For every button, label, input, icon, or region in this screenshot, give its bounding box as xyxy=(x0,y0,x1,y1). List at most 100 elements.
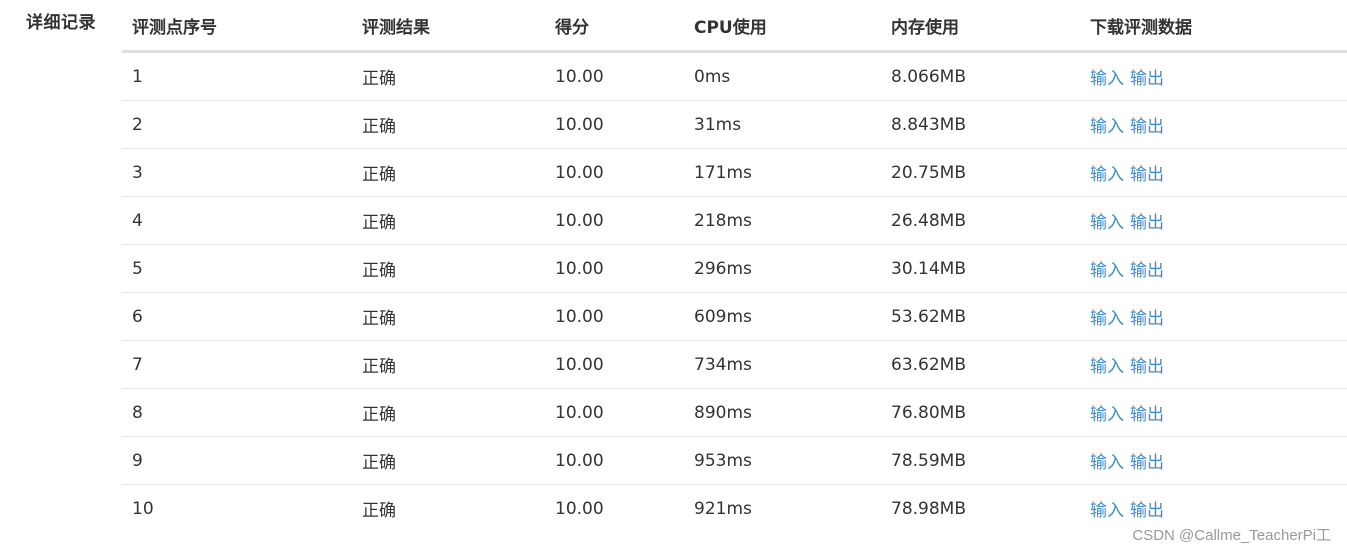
header-result: 评测结果 xyxy=(352,0,545,53)
cell-cpu-usage: 218ms xyxy=(684,196,881,245)
cell-download-links: 输入 输出 xyxy=(1080,196,1347,245)
table-body: 1 正确 10.00 0ms 8.066MB 输入 输出 2 正确 10.00 31ms 8.843M… xyxy=(122,51,1347,533)
header-download-data: 下载评测数据 xyxy=(1080,0,1347,53)
download-output-link[interactable]: 输出 xyxy=(1130,117,1164,137)
cell-cpu-usage: 890ms xyxy=(684,388,881,437)
cell-result: 正确 xyxy=(352,292,545,341)
download-input-link[interactable]: 输入 xyxy=(1090,165,1124,185)
cell-download-links: 输入 输出 xyxy=(1080,436,1347,485)
table-row: 1 正确 10.00 0ms 8.066MB 输入 输出 xyxy=(122,51,1347,101)
header-test-index: 评测点序号 xyxy=(122,0,352,53)
cell-test-index: 9 xyxy=(122,436,352,485)
table-row: 3 正确 10.00 171ms 20.75MB 输入 输出 xyxy=(122,148,1347,197)
download-input-link[interactable]: 输入 xyxy=(1090,501,1124,521)
cell-test-index: 7 xyxy=(122,340,352,389)
download-input-link[interactable]: 输入 xyxy=(1090,117,1124,137)
cell-download-links: 输入 输出 xyxy=(1080,340,1347,389)
cell-download-links: 输入 输出 xyxy=(1080,51,1347,101)
watermark-text: CSDN @Callme_TeacherPi工 xyxy=(1132,527,1331,544)
cell-memory-usage: 20.75MB xyxy=(881,148,1080,197)
cell-test-index: 6 xyxy=(122,292,352,341)
cell-cpu-usage: 609ms xyxy=(684,292,881,341)
cell-result: 正确 xyxy=(352,340,545,389)
cell-download-links: 输入 输出 xyxy=(1080,388,1347,437)
cell-download-links: 输入 输出 xyxy=(1080,100,1347,149)
cell-score: 10.00 xyxy=(545,51,684,101)
cell-test-index: 10 xyxy=(132,498,154,519)
cell-memory-usage: 26.48MB xyxy=(881,196,1080,245)
cell-cpu-usage: 0ms xyxy=(684,51,881,101)
cell-result: 正确 xyxy=(352,436,545,485)
cell-memory-usage: 76.80MB xyxy=(881,388,1080,437)
header-score: 得分 xyxy=(545,0,684,53)
cell-score: 10.00 xyxy=(545,292,684,341)
download-input-link[interactable]: 输入 xyxy=(1090,69,1124,89)
cell-score: 10.00 xyxy=(545,436,684,485)
cell-memory-usage: 78.59MB xyxy=(881,436,1080,485)
cell-cpu-usage: 921ms xyxy=(694,498,752,519)
cell-cpu-usage: 31ms xyxy=(684,100,881,149)
table-row: 7 正确 10.00 734ms 63.62MB 输入 输出 xyxy=(122,340,1347,389)
cell-test-index: 4 xyxy=(122,196,352,245)
table-row: 5 正确 10.00 296ms 30.14MB 输入 输出 xyxy=(122,244,1347,293)
cell-score: 10.00 xyxy=(545,340,684,389)
download-output-link[interactable]: 输出 xyxy=(1130,69,1164,89)
download-output-link[interactable]: 输出 xyxy=(1130,501,1164,521)
cell-memory-usage: 30.14MB xyxy=(881,244,1080,293)
cell-memory-usage: 63.62MB xyxy=(881,340,1080,389)
cell-test-index: 5 xyxy=(122,244,352,293)
table-row: 6 正确 10.00 609ms 53.62MB 输入 输出 xyxy=(122,292,1347,341)
download-input-link[interactable]: 输入 xyxy=(1090,357,1124,377)
download-input-link[interactable]: 输入 xyxy=(1090,261,1124,281)
download-output-link[interactable]: 输出 xyxy=(1130,453,1164,473)
cell-result: 正确 xyxy=(362,501,396,521)
table-header: 评测点序号 评测结果 得分 CPU使用 内存使用 下载评测数据 xyxy=(122,0,1347,53)
cell-score: 10.00 xyxy=(545,244,684,293)
download-output-link[interactable]: 输出 xyxy=(1130,213,1164,233)
cell-result: 正确 xyxy=(352,196,545,245)
cell-score: 10.00 xyxy=(545,100,684,149)
cell-result: 正确 xyxy=(352,388,545,437)
table-row: 8 正确 10.00 890ms 76.80MB 输入 输出 xyxy=(122,388,1347,437)
cell-test-index: 3 xyxy=(122,148,352,197)
cell-cpu-usage: 296ms xyxy=(684,244,881,293)
cell-memory-usage: 53.62MB xyxy=(881,292,1080,341)
download-output-link[interactable]: 输出 xyxy=(1130,309,1164,329)
cell-result: 正确 xyxy=(352,51,545,101)
download-input-link[interactable]: 输入 xyxy=(1090,213,1124,233)
table-row: 9 正确 10.00 953ms 78.59MB 输入 输出 xyxy=(122,436,1347,485)
download-input-link[interactable]: 输入 xyxy=(1090,453,1124,473)
table-row: 4 正确 10.00 218ms 26.48MB 输入 输出 xyxy=(122,196,1347,245)
table-header-row: 评测点序号 评测结果 得分 CPU使用 内存使用 下载评测数据 xyxy=(122,0,1347,53)
section-label-detailed-records: 详细记录 xyxy=(26,13,96,33)
cell-result: 正确 xyxy=(352,244,545,293)
download-input-link[interactable]: 输入 xyxy=(1090,309,1124,329)
cell-cpu-usage: 734ms xyxy=(684,340,881,389)
cell-test-index: 8 xyxy=(122,388,352,437)
cell-download-links: 输入 输出 xyxy=(1080,292,1347,341)
header-cpu-usage: CPU使用 xyxy=(684,0,881,53)
cell-test-index: 2 xyxy=(122,100,352,149)
cell-score: 10.00 xyxy=(545,148,684,197)
cell-memory-usage: 8.066MB xyxy=(881,51,1080,101)
cell-download-links: 输入 输出 xyxy=(1080,148,1347,197)
cell-result: 正确 xyxy=(352,148,545,197)
cell-test-index: 1 xyxy=(122,51,352,101)
header-memory-usage: 内存使用 xyxy=(881,0,1080,53)
cell-cpu-usage: 953ms xyxy=(684,436,881,485)
cell-score: 10.00 xyxy=(555,498,604,519)
cell-score: 10.00 xyxy=(545,196,684,245)
cell-download-links: 输入 输出 xyxy=(1080,244,1347,293)
download-output-link[interactable]: 输出 xyxy=(1130,261,1164,281)
download-output-link[interactable]: 输出 xyxy=(1130,405,1164,425)
download-input-link[interactable]: 输入 xyxy=(1090,405,1124,425)
download-output-link[interactable]: 输出 xyxy=(1130,165,1164,185)
cell-memory-usage: 8.843MB xyxy=(881,100,1080,149)
cell-score: 10.00 xyxy=(545,388,684,437)
cell-result: 正确 xyxy=(352,100,545,149)
cell-cpu-usage: 171ms xyxy=(684,148,881,197)
table-row: 2 正确 10.00 31ms 8.843MB 输入 输出 xyxy=(122,100,1347,149)
test-results-table: 评测点序号 评测结果 得分 CPU使用 内存使用 下载评测数据 1 正确 10.00… xyxy=(122,0,1347,532)
cell-memory-usage: 78.98MB xyxy=(891,498,966,519)
download-output-link[interactable]: 输出 xyxy=(1130,357,1164,377)
